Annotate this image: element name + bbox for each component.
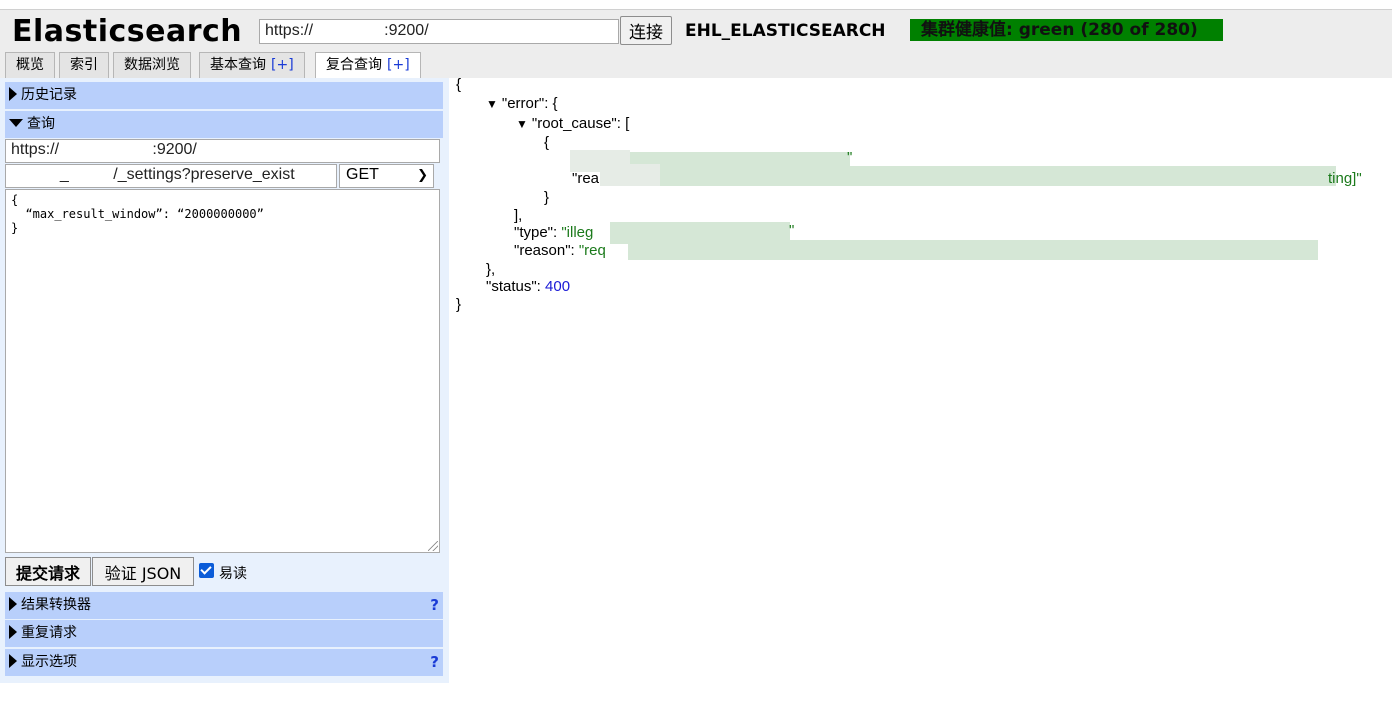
json-key: "status": — [486, 278, 541, 295]
tab-data-browser[interactable]: 数据浏览 — [113, 52, 191, 78]
json-reason-line: "reason": "req — [514, 242, 606, 260]
json-number-value: 400 — [545, 278, 571, 295]
header-bar: Elasticsearch https:// :9200/ 连接 EHL_ELA… — [0, 10, 1392, 79]
json-array-close: ], — [514, 207, 523, 224]
json-string-value: "req — [578, 242, 606, 259]
tab-label: 数据浏览 — [124, 57, 180, 73]
tab-indices[interactable]: 索引 — [59, 52, 109, 78]
repeat-request-section-header[interactable]: 重复请求 — [5, 620, 443, 647]
result-transformer-section-header[interactable]: 结果转换器 ? — [5, 592, 443, 619]
tab-overview[interactable]: 概览 — [5, 52, 55, 78]
window-top-strip — [0, 0, 1392, 10]
tab-label: 基本查询 — [210, 57, 266, 73]
cluster-url-input[interactable]: https:// :9200/ — [259, 19, 619, 44]
redacted-region — [628, 240, 1318, 260]
http-method-select[interactable]: GET ❯ — [339, 164, 434, 188]
pretty-print-label: 易读 — [219, 566, 247, 582]
json-string-value: "illeg — [561, 224, 594, 241]
add-tab-link[interactable]: [+] — [271, 57, 294, 73]
help-icon[interactable]: ? — [430, 592, 439, 619]
query-url-input[interactable]: https:// :9200/ — [5, 139, 440, 163]
submit-request-button[interactable]: 提交请求 — [5, 557, 91, 586]
app-title: Elasticsearch — [12, 14, 243, 49]
json-error-line: ▼ "error": { — [486, 95, 558, 113]
json-key: "reason": — [514, 242, 575, 259]
display-options-section-header[interactable]: 显示选项 ? — [5, 649, 443, 676]
section-label: 历史记录 — [21, 87, 77, 103]
json-partial-text: " — [789, 222, 795, 239]
json-root-cause-line: ▼ "root_cause": [ — [516, 115, 629, 133]
http-method-value: GET — [346, 166, 379, 183]
cluster-health-badge: 集群健康值: green (280 of 280) — [910, 19, 1223, 41]
redacted-region — [660, 166, 1336, 186]
json-close-brace: } — [456, 296, 462, 313]
json-reason-suffix: ting]" — [1328, 170, 1362, 187]
expand-triangle-icon — [9, 87, 17, 101]
cluster-name: EHL_ELASTICSEARCH — [685, 21, 886, 41]
add-tab-link[interactable]: [+] — [387, 57, 410, 73]
json-key: "type": — [514, 224, 558, 241]
section-label: 结果转换器 — [21, 597, 91, 613]
tab-basic-query[interactable]: 基本查询 [+] — [199, 52, 305, 78]
connect-button[interactable]: 连接 — [620, 16, 672, 45]
query-path-input[interactable]: _ /_settings?preserve_exist — [5, 164, 337, 188]
section-label: 查询 — [27, 116, 55, 132]
json-open-brace: { — [456, 76, 462, 93]
history-section-header[interactable]: 历史记录 — [5, 82, 443, 109]
help-icon[interactable]: ? — [430, 649, 439, 676]
json-key: "root_cause": [ — [531, 115, 630, 132]
json-type-line: "type": "illeg — [514, 224, 593, 242]
resize-handle-icon[interactable] — [428, 541, 438, 551]
collapse-triangle-icon — [9, 119, 23, 127]
tab-label: 索引 — [70, 57, 98, 73]
json-object-close: } — [544, 189, 550, 206]
expand-triangle-icon — [9, 597, 17, 611]
query-section-header[interactable]: 查询 — [5, 111, 443, 138]
collapse-toggle-icon[interactable]: ▼ — [486, 97, 498, 111]
json-result-viewer: { ▼ "error": { ▼ "root_cause": [ { " "rea … — [456, 76, 1386, 326]
collapse-toggle-icon[interactable]: ▼ — [516, 117, 528, 131]
section-label: 重复请求 — [21, 625, 77, 641]
json-partial-text: " — [847, 149, 853, 166]
expand-triangle-icon — [9, 625, 17, 639]
json-object-open: { — [544, 134, 550, 151]
json-reason-prefix: "rea — [572, 170, 600, 187]
chevron-down-icon: ❯ — [417, 167, 428, 182]
json-status-line: "status": 400 — [486, 278, 570, 296]
redacted-region — [600, 164, 660, 186]
validate-json-button[interactable]: 验证 JSON — [92, 557, 194, 586]
section-label: 显示选项 — [21, 654, 77, 670]
json-error-close: }, — [486, 261, 496, 278]
request-body-textarea[interactable]: { “max_result_window”: “2000000000” } — [5, 189, 440, 553]
expand-triangle-icon — [9, 654, 17, 668]
tab-label: 概览 — [16, 57, 44, 73]
tab-label: 复合查询 — [326, 57, 382, 73]
request-body-text: { “max_result_window”: “2000000000” } — [11, 193, 264, 235]
pretty-print-checkbox[interactable] — [199, 563, 214, 578]
json-key: "error": { — [501, 95, 558, 112]
tab-compound-query[interactable]: 复合查询 [+] — [315, 52, 421, 79]
